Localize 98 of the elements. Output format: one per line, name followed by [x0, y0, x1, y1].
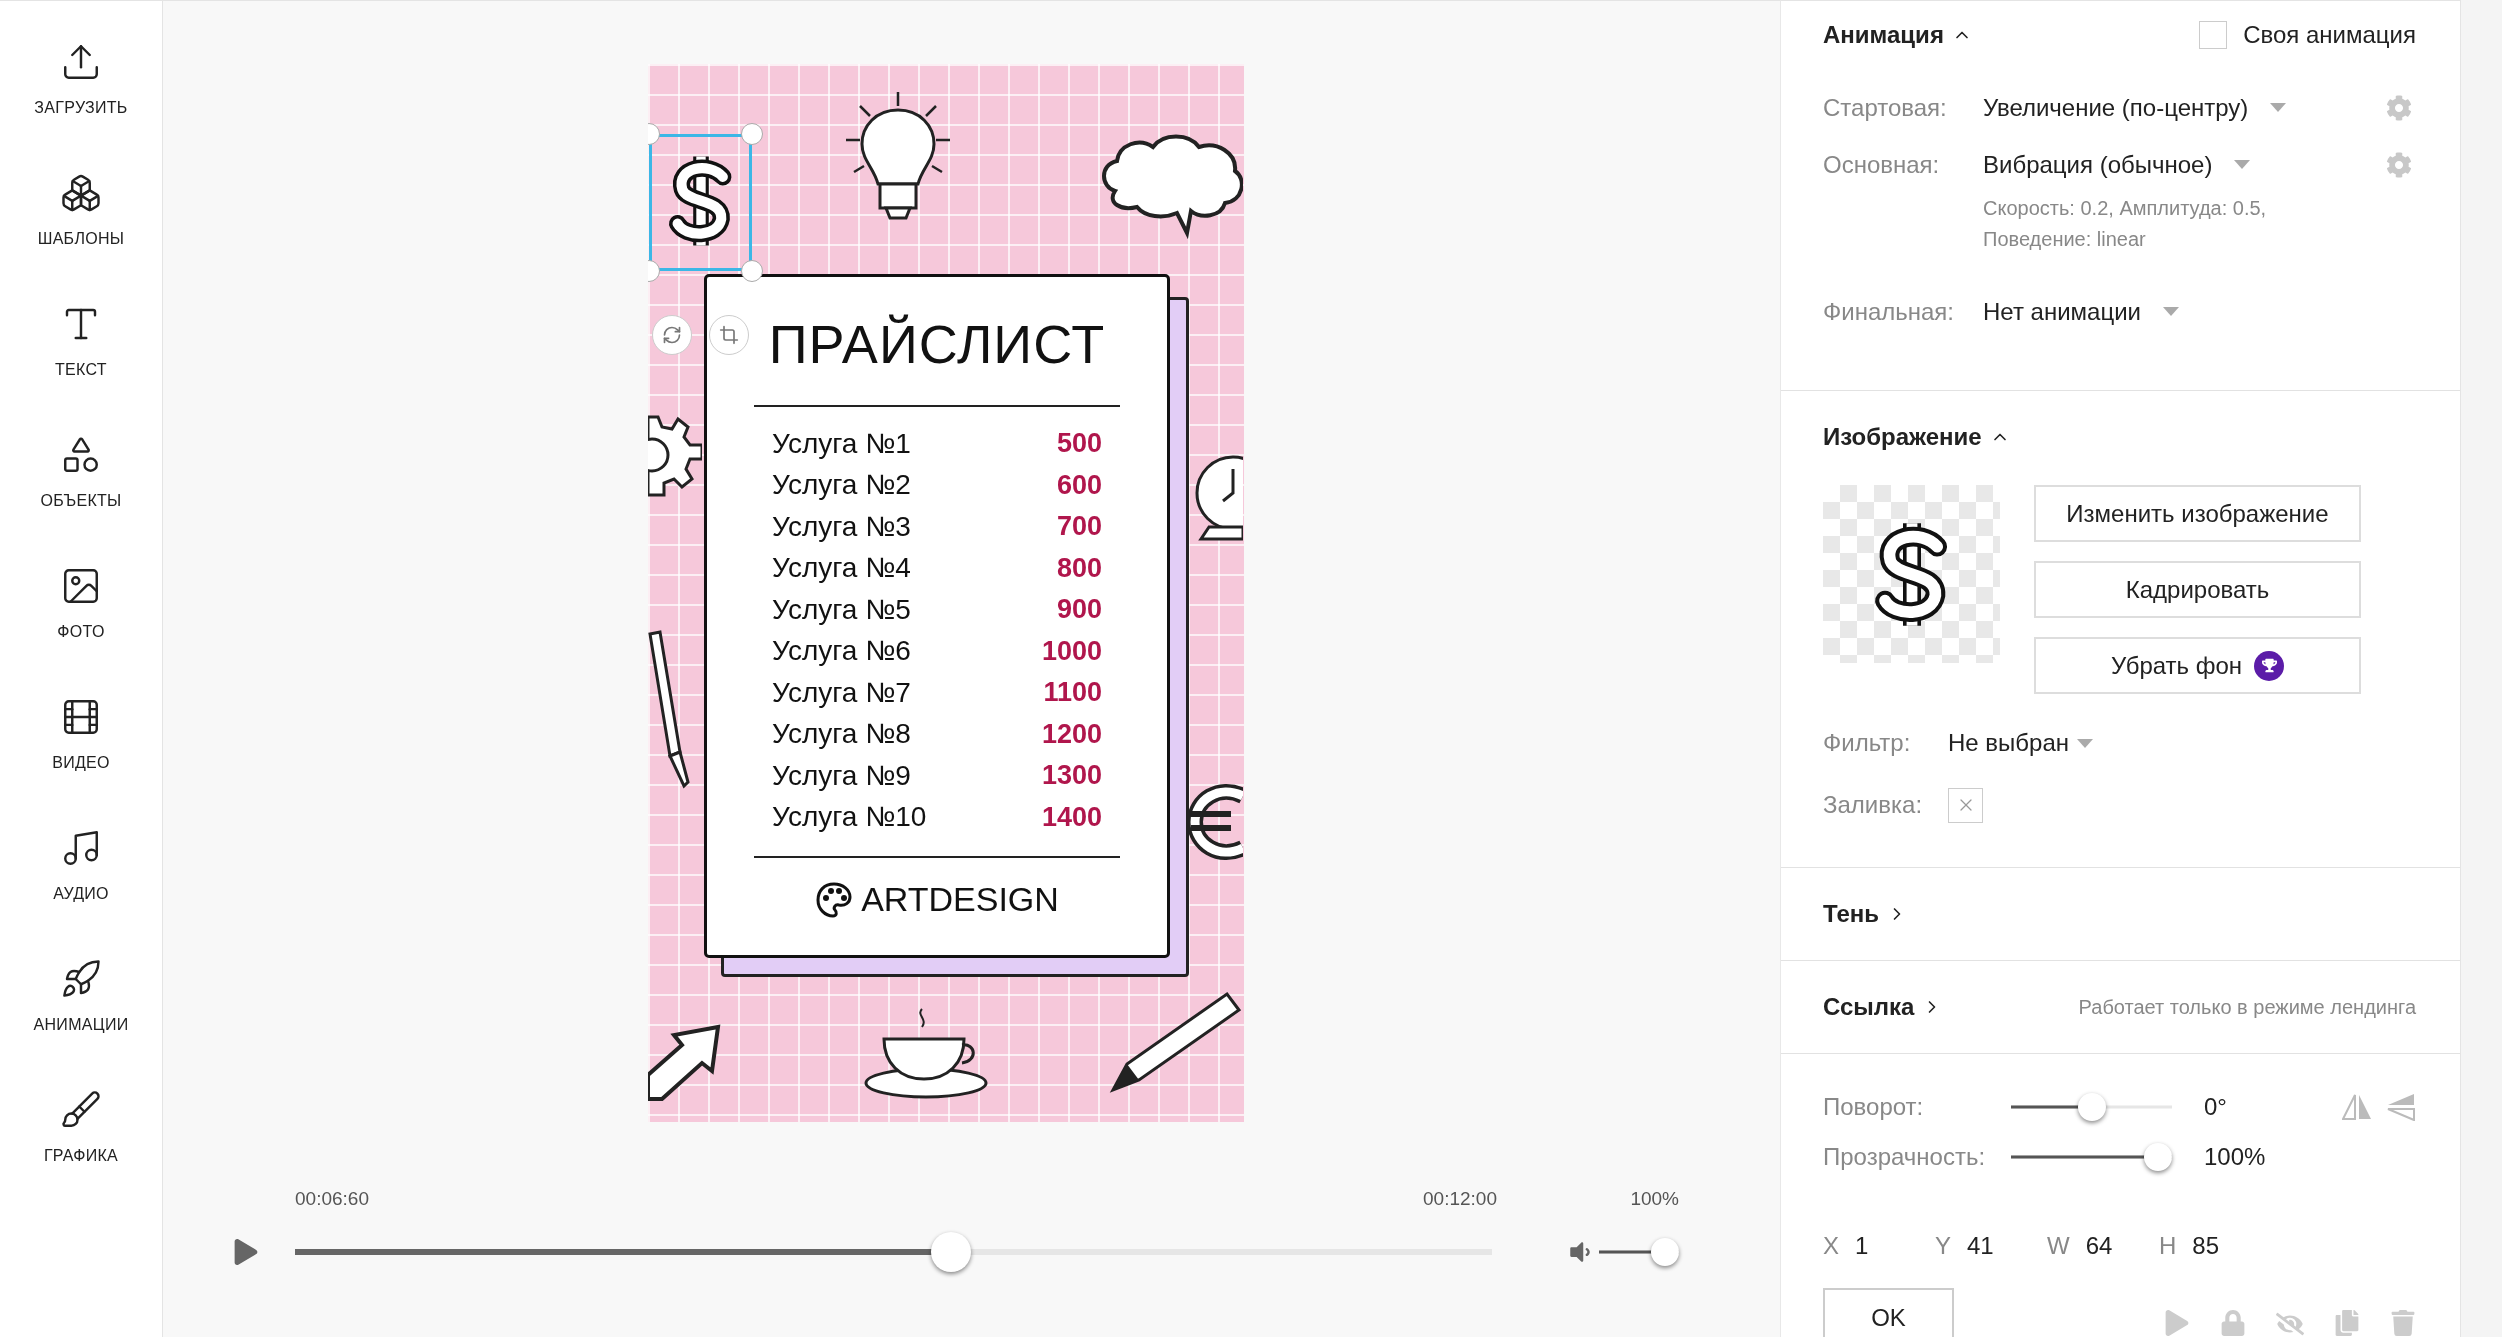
dropdown[interactable]: Нет анимации	[1983, 297, 2179, 326]
slider-thumb[interactable]	[2077, 1093, 2106, 1121]
service-price: 500	[1056, 428, 1102, 460]
dropdown[interactable]: Увеличение (по-центру)	[1983, 93, 2287, 122]
sidebar-item[interactable]: ОБЪЕКТЫ	[6, 428, 156, 559]
service-name: Услуга №1	[772, 427, 911, 460]
sidebar-item[interactable]: ФОТО	[6, 559, 156, 690]
axis-label: H	[2159, 1232, 2177, 1260]
palette-icon	[815, 880, 854, 919]
total-time: 00:12:00	[1423, 1188, 1497, 1210]
checkbox[interactable]	[2199, 21, 2228, 49]
volume-icon[interactable]	[1567, 1239, 1593, 1265]
boxes-icon	[60, 172, 102, 214]
field-label: Заливка:	[1823, 791, 1924, 819]
axis-label: W	[2047, 1232, 2070, 1260]
service-name: Услуга №7	[772, 676, 911, 709]
service-price: 800	[1056, 552, 1102, 584]
field-label: Прозрачность:	[1823, 1143, 1987, 1171]
rotation-slider[interactable]	[2011, 1093, 2172, 1121]
slider-thumb[interactable]	[1651, 1238, 1679, 1266]
replace-button[interactable]	[652, 315, 692, 355]
field-label: Фильтр:	[1823, 729, 1912, 757]
sidebar-item[interactable]: АНИМАЦИИ	[6, 952, 156, 1083]
settings-icon[interactable]	[2386, 151, 2412, 178]
action-button[interactable]: Убрать фон	[2034, 637, 2361, 694]
crop-icon	[719, 325, 739, 345]
service-price: 1200	[1041, 718, 1102, 750]
field-label: Поворот:	[1823, 1093, 1925, 1121]
service-name: Услуга №6	[772, 635, 911, 668]
service-price: 700	[1056, 511, 1102, 543]
sidebar-item[interactable]: ГРАФИКА	[6, 1083, 156, 1214]
dropdown-caret-icon	[2234, 160, 2251, 169]
flip-vertical-icon[interactable]	[2386, 1093, 2416, 1121]
service-name: Услуга №10	[772, 801, 927, 834]
sidebar-item[interactable]: ТЕКСТ	[6, 297, 156, 428]
field-label: Стартовая:	[1823, 93, 1948, 122]
copy-icon[interactable]	[2334, 1310, 2360, 1336]
link-note: Работает только в режиме лендинга	[2078, 995, 2416, 1019]
axis-label: Y	[1935, 1232, 1951, 1260]
service-name: Услуга №3	[772, 510, 911, 543]
rotation-reading: 0°	[2204, 1093, 2227, 1121]
dropdown[interactable]: Не выбран	[1948, 729, 2094, 757]
axis-label: X	[1823, 1232, 1839, 1260]
checkbox-label: Своя анимация	[2243, 21, 2416, 49]
service-price: 1400	[1041, 801, 1102, 833]
brand-name: ARTDESIGN	[861, 880, 1059, 919]
service-name: Услуга №4	[772, 552, 911, 585]
sidebar-item[interactable]: АУДИО	[6, 821, 156, 952]
service-name: Услуга №2	[772, 469, 911, 502]
opacity-reading: 100%	[2204, 1143, 2266, 1171]
section-header[interactable]: Анимация	[1823, 21, 1972, 49]
dropdown[interactable]: Вибрация (обычное)	[1983, 150, 2251, 179]
service-name: Услуга №9	[772, 759, 911, 792]
play-icon[interactable]	[233, 1239, 259, 1265]
slider-thumb[interactable]	[2144, 1143, 2172, 1171]
axis-value[interactable]: 41	[1967, 1232, 1994, 1260]
service-price: 900	[1056, 594, 1102, 626]
ok-button[interactable]: OK	[1823, 1288, 1954, 1337]
current-time: 00:06:60	[295, 1188, 369, 1210]
dropdown-caret-icon	[2270, 103, 2287, 112]
section-header[interactable]: Ссылка	[1823, 993, 1943, 1021]
flip-horizontal-icon[interactable]	[2342, 1093, 2372, 1121]
resize-handle[interactable]	[741, 123, 763, 145]
action-button[interactable]: Кадрировать	[2034, 561, 2361, 618]
axis-value[interactable]: 85	[2192, 1232, 2220, 1260]
lock-icon[interactable]	[2220, 1310, 2246, 1336]
dropdown-caret-icon	[2077, 738, 2094, 748]
card-title: ПРАЙСЛИСТ	[768, 313, 1106, 375]
rocket-icon	[60, 958, 102, 1000]
resize-handle[interactable]	[741, 260, 763, 282]
animation-details: Скорость: 0.2, Амплитуда: 0.5, Поведение: linear	[1983, 196, 2268, 252]
sidebar-item[interactable]: ВИДЕО	[6, 690, 156, 821]
axis-value[interactable]: 64	[2085, 1232, 2113, 1260]
volume-reading: 100%	[1630, 1188, 1679, 1210]
slider-thumb[interactable]	[931, 1232, 972, 1272]
eye-slash-icon[interactable]	[2276, 1310, 2304, 1337]
fill-color-button[interactable]	[1948, 787, 1983, 823]
sidebar-item[interactable]: ШАБЛОНЫ	[6, 166, 156, 297]
opacity-slider[interactable]	[2011, 1143, 2172, 1171]
section-header[interactable]: Изображение	[1823, 423, 2010, 451]
axis-value[interactable]: 1	[1855, 1232, 1869, 1260]
action-button[interactable]: Изменить изображение	[2034, 485, 2361, 542]
service-price: 1100	[1043, 677, 1102, 709]
service-name: Услуга №8	[772, 718, 911, 751]
sidebar-item[interactable]: ЗАГРУЗИТЬ	[6, 35, 156, 166]
settings-icon[interactable]	[2386, 94, 2412, 121]
service-price: 600	[1056, 469, 1102, 501]
field-label: Финальная:	[1823, 297, 1956, 326]
section-header[interactable]: Тень	[1823, 900, 1908, 928]
service-name: Услуга №5	[772, 593, 911, 626]
dropdown-caret-icon	[2162, 307, 2179, 316]
service-price: 1300	[1041, 760, 1102, 792]
field-label: Основная:	[1823, 150, 1941, 179]
timeline-slider[interactable]	[295, 1232, 1492, 1272]
refresh-icon	[662, 325, 682, 345]
volume-slider[interactable]	[1599, 1238, 1679, 1266]
service-price: 1000	[1041, 635, 1102, 667]
trash-icon[interactable]	[2390, 1310, 2416, 1336]
